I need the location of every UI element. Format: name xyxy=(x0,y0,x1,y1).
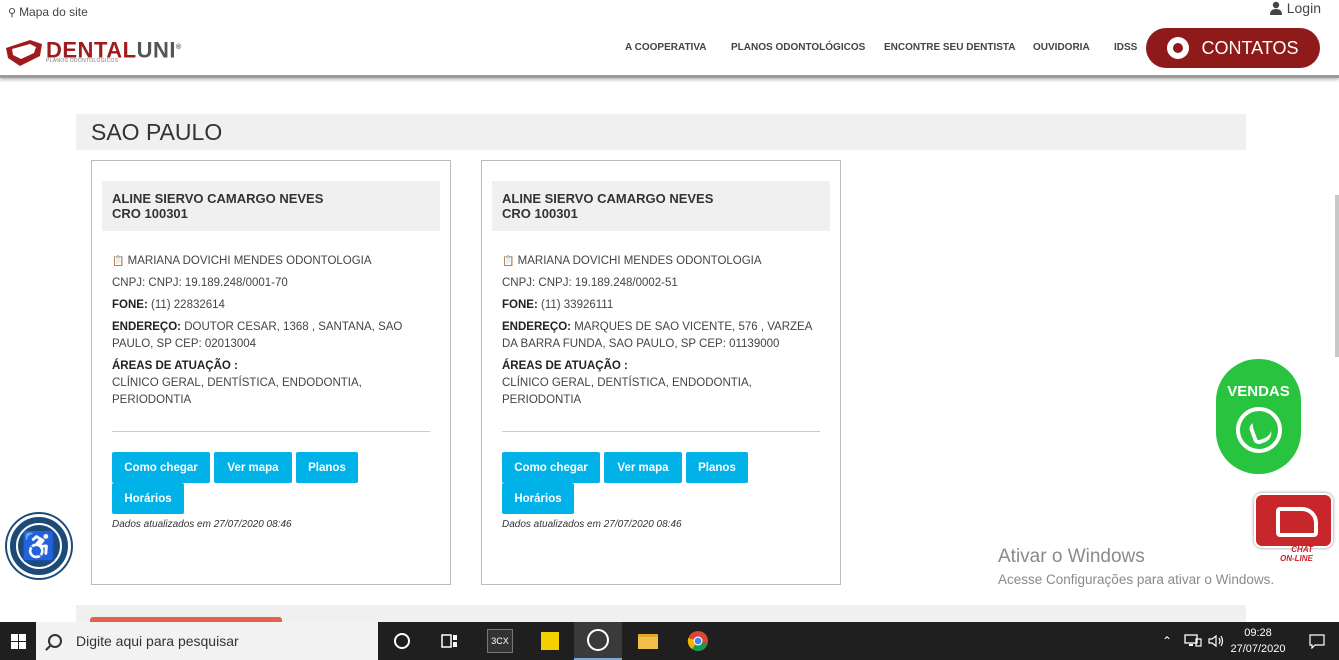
clinic-name: MARIANA DOVICHI MENDES ODONTOLOGIA xyxy=(517,255,762,267)
dentist-name: ALINE SIERVO CAMARGO NEVES xyxy=(112,191,324,206)
dentist-cro: CRO 100301 xyxy=(502,206,578,221)
city-section-header: SAO PAULO xyxy=(76,114,1246,150)
vendas-label: VENDAS xyxy=(1227,383,1290,400)
dentist-name: ALINE SIERVO CAMARGO NEVES xyxy=(502,191,714,206)
accessibility-button[interactable]: ♿ xyxy=(7,514,71,578)
planos-button[interactable]: Planos xyxy=(686,452,748,483)
taskbar-search-box[interactable]: Digite aqui para pesquisar xyxy=(36,622,378,660)
updated-timestamp: Dados atualizados em 27/07/2020 08:46 xyxy=(112,519,292,530)
whatsapp-icon xyxy=(1236,407,1282,453)
updated-timestamp: Dados atualizados em 27/07/2020 08:46 xyxy=(502,519,682,530)
dentist-card-body: 📋 MARIANA DOVICHI MENDES ODONTOLOGIA CNP… xyxy=(502,253,822,409)
nav-planos-odontologicos[interactable]: PLANOS ODONTOLÓGICOS xyxy=(731,42,865,53)
volume-control[interactable] xyxy=(1208,622,1226,660)
cortana-circle-icon xyxy=(394,633,410,649)
fone-value: (11) 33926111 xyxy=(540,299,614,311)
chrome-icon xyxy=(687,631,708,651)
contatos-label: CONTATOS xyxy=(1201,37,1299,58)
ver-mapa-button[interactable]: Ver mapa xyxy=(214,452,292,483)
nav-encontre-seu-dentista[interactable]: ENCONTRE SEU DENTISTA xyxy=(884,42,1016,53)
planos-button[interactable]: Planos xyxy=(296,452,358,483)
wheelchair-icon: ♿ xyxy=(16,523,62,569)
location-pin-icon: ⚲ xyxy=(8,6,17,19)
taskbar-app-chrome[interactable] xyxy=(674,622,722,660)
chat-label: CHAT ON-LINE xyxy=(1280,545,1313,563)
horarios-button[interactable]: Horários xyxy=(502,483,574,514)
notification-icon xyxy=(1309,633,1325,649)
areas-label: ÁREAS DE ATUAÇÃO : xyxy=(112,360,238,372)
ver-mapa-button[interactable]: Ver mapa xyxy=(604,452,682,483)
nav-idss[interactable]: IDSS xyxy=(1114,42,1137,53)
logo-mark-icon xyxy=(6,40,42,66)
clock-time: 09:28 xyxy=(1244,627,1272,639)
dentist-card-header: ALINE SIERVO CAMARGO NEVES CRO 100301 xyxy=(492,181,830,231)
login-link[interactable]: Login xyxy=(1269,0,1321,16)
dentaluni-logo[interactable]: DENTALUNI® PLANOS ODONTOLÓGICOS xyxy=(4,37,182,68)
city-title: SAO PAULO xyxy=(91,119,223,145)
sticky-notes-icon xyxy=(541,632,559,650)
task-view-icon xyxy=(441,634,457,648)
dentist-card: ALINE SIERVO CAMARGO NEVES CRO 100301 📋 … xyxy=(91,160,451,585)
nav-a-cooperativa[interactable]: A COOPERATIVA xyxy=(625,42,706,53)
windows-taskbar: Digite aqui para pesquisar 3CX ⌃ 09:28 2… xyxy=(0,622,1339,660)
taskbar-app-file-explorer[interactable] xyxy=(624,622,672,660)
show-hidden-icons[interactable]: ⌃ xyxy=(1162,622,1172,660)
start-button[interactable] xyxy=(0,622,36,660)
windows-activation-watermark: Ativar o Windows Acesse Configurações pa… xyxy=(998,546,1274,587)
clinic-icon: 📋 xyxy=(112,256,125,267)
folder-icon xyxy=(638,633,658,649)
cnpj: CNPJ: CNPJ: 19.189.248/0001-70 xyxy=(112,277,288,289)
photos-icon xyxy=(587,629,609,651)
windows-logo-icon xyxy=(10,633,26,649)
user-icon xyxy=(1269,1,1282,15)
nav-ouvidoria[interactable]: OUVIDORIA xyxy=(1033,42,1090,53)
endereco-label: ENDEREÇO: xyxy=(502,321,572,333)
fone-label: FONE: xyxy=(502,299,538,311)
taskbar-app-photos[interactable] xyxy=(574,622,622,660)
taskbar-clock[interactable]: 09:28 27/07/2020 xyxy=(1230,625,1286,657)
search-placeholder: Digite aqui para pesquisar xyxy=(76,633,239,649)
clock-date: 27/07/2020 xyxy=(1230,643,1286,655)
network-icon xyxy=(1184,634,1202,647)
chevron-up-icon: ⌃ xyxy=(1162,634,1173,648)
dentist-cro: CRO 100301 xyxy=(112,206,188,221)
sitemap-link[interactable]: ⚲ Mapa do site xyxy=(8,5,88,19)
taskbar-app-3cx[interactable]: 3CX xyxy=(476,622,524,660)
sitemap-label: Mapa do site xyxy=(19,5,88,19)
endereco-label: ENDEREÇO: xyxy=(112,321,182,333)
card-divider xyxy=(502,431,820,432)
card-divider xyxy=(112,431,430,432)
clinic-icon: 📋 xyxy=(502,256,515,267)
areas-value: CLÍNICO GERAL, DENTÍSTICA, ENDODONTIA, P… xyxy=(112,377,362,406)
como-chegar-button[interactable]: Como chegar xyxy=(112,452,210,483)
dentist-card: ALINE SIERVO CAMARGO NEVES CRO 100301 📋 … xyxy=(481,160,841,585)
whatsapp-vendas-button[interactable]: VENDAS xyxy=(1216,359,1301,474)
como-chegar-button[interactable]: Como chegar xyxy=(502,452,600,483)
headset-icon xyxy=(1167,37,1190,59)
activation-subtitle: Acesse Configurações para ativar o Windo… xyxy=(998,572,1275,587)
fone-value: (11) 22832614 xyxy=(150,299,225,311)
login-label: Login xyxy=(1286,0,1321,16)
action-center-button[interactable] xyxy=(1309,622,1325,660)
dentist-card-body: 📋 MARIANA DOVICHI MENDES ODONTOLOGIA CNP… xyxy=(112,253,432,409)
horarios-button[interactable]: Horários xyxy=(112,483,184,514)
network-status[interactable] xyxy=(1184,622,1202,660)
site-header: ⚲ Mapa do site Login DENTALUNI® PLANOS O… xyxy=(0,0,1339,78)
chat-icon xyxy=(1254,493,1333,548)
cortana-button[interactable] xyxy=(378,622,426,660)
areas-label: ÁREAS DE ATUAÇÃO : xyxy=(502,360,628,372)
fone-label: FONE: xyxy=(112,299,148,311)
3cx-icon: 3CX xyxy=(487,629,513,653)
areas-value: CLÍNICO GERAL, DENTÍSTICA, ENDODONTIA, P… xyxy=(502,377,752,406)
taskbar-app-sticky-notes[interactable] xyxy=(526,622,574,660)
speaker-icon xyxy=(1208,634,1224,648)
dentist-card-header: ALINE SIERVO CAMARGO NEVES CRO 100301 xyxy=(102,181,440,231)
contatos-button[interactable]: CONTATOS xyxy=(1146,28,1320,68)
activation-title: Ativar o Windows xyxy=(998,546,1145,567)
cnpj: CNPJ: CNPJ: 19.189.248/0002-51 xyxy=(502,277,678,289)
search-icon xyxy=(48,634,62,648)
task-view-button[interactable] xyxy=(426,622,474,660)
clinic-name: MARIANA DOVICHI MENDES ODONTOLOGIA xyxy=(127,255,372,267)
page-scrollbar[interactable] xyxy=(1335,195,1339,357)
